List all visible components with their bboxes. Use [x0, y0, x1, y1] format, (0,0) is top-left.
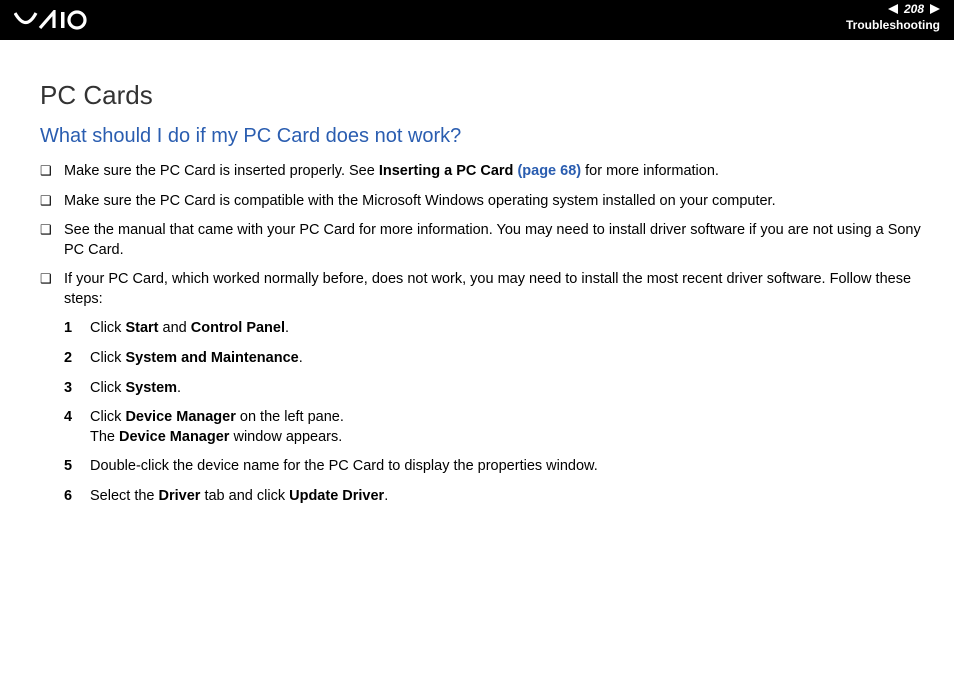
bold-text: System and Maintenance [125, 350, 298, 366]
step-text: . [384, 488, 388, 504]
step-number: 3 [64, 379, 72, 399]
step-item: 3Click System. [90, 379, 924, 399]
section-label: Troubleshooting [846, 18, 940, 32]
bullet-item: See the manual that came with your PC Ca… [64, 221, 924, 260]
step-text: . [299, 350, 303, 366]
bold-text: Driver [159, 488, 201, 504]
bold-text: Device Manager [125, 409, 235, 425]
page-title: PC Cards [40, 80, 924, 111]
bullet-item: Make sure the PC Card is inserted proper… [64, 162, 924, 182]
step-item: 6Select the Driver tab and click Update … [90, 487, 924, 507]
step-text: Click [90, 409, 125, 425]
step-item: 4Click Device Manager on the left pane.T… [90, 408, 924, 447]
page-number: 208 [902, 2, 926, 16]
bold-text: System [125, 380, 177, 396]
step-item: 1Click Start and Control Panel. [90, 319, 924, 339]
vaio-logo-svg [14, 10, 104, 30]
bullet-text: Make sure the PC Card is compatible with… [64, 193, 776, 209]
bullet-item: Make sure the PC Card is compatible with… [64, 192, 924, 212]
step-item: 5Double-click the device name for the PC… [90, 457, 924, 477]
bullet-text: If your PC Card, which worked normally b… [64, 271, 911, 307]
bold-text: Inserting a PC Card [379, 163, 514, 179]
header-bar: 208 Troubleshooting [0, 0, 954, 40]
step-text: Select the [90, 488, 159, 504]
step-text: Double-click the device name for the PC … [90, 458, 598, 474]
step-text: Click [90, 380, 125, 396]
step-item: 2Click System and Maintenance. [90, 349, 924, 369]
bullet-text: See the manual that came with your PC Ca… [64, 222, 921, 258]
bullet-text: Make sure the PC Card is inserted proper… [64, 163, 379, 179]
step-text: Click [90, 320, 125, 336]
question-heading: What should I do if my PC Card does not … [40, 125, 924, 148]
vaio-logo [14, 10, 104, 30]
content-area: PC Cards What should I do if my PC Card … [0, 40, 954, 506]
step-number: 5 [64, 457, 72, 477]
step-text: . [285, 320, 289, 336]
step-number: 6 [64, 487, 72, 507]
prev-page-arrow-icon[interactable] [888, 4, 898, 14]
step-text: . [177, 380, 181, 396]
page-info: 208 Troubleshooting [846, 2, 940, 32]
bullet-item: If your PC Card, which worked normally b… [64, 270, 924, 506]
step-text: tab and click [200, 488, 289, 504]
bullet-list: Make sure the PC Card is inserted proper… [40, 162, 924, 506]
step-number: 2 [64, 349, 72, 369]
bold-text: Update Driver [289, 488, 384, 504]
page-nav: 208 [846, 2, 940, 16]
bullet-text: for more information. [581, 163, 719, 179]
bold-text: Control Panel [191, 320, 285, 336]
page-link[interactable]: (page 68) [513, 163, 581, 179]
step-number: 1 [64, 319, 72, 339]
next-page-arrow-icon[interactable] [930, 4, 940, 14]
step-text: on the left pane. [236, 409, 344, 425]
step-number: 4 [64, 408, 72, 428]
numbered-list: 1Click Start and Control Panel. 2Click S… [64, 319, 924, 506]
step-text: The [90, 429, 119, 445]
step-text: Click [90, 350, 125, 366]
bold-text: Start [125, 320, 158, 336]
bold-text: Device Manager [119, 429, 229, 445]
step-text: window appears. [229, 429, 342, 445]
step-text: and [159, 320, 191, 336]
